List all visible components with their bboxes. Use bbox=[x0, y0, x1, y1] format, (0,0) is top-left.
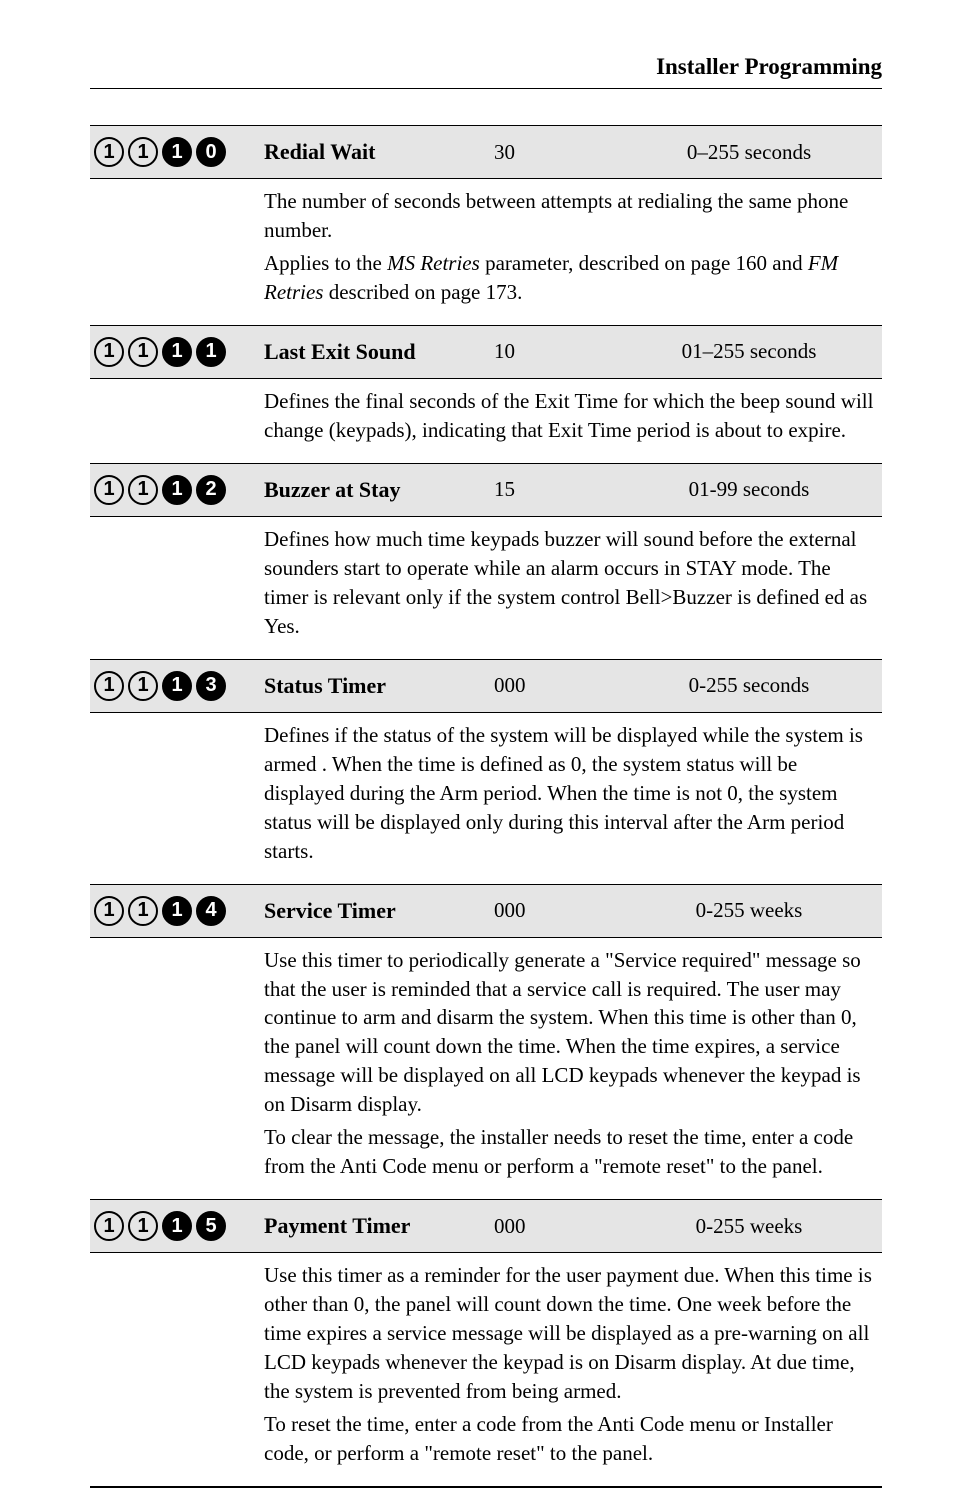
param-code: 1 1 1 1 bbox=[94, 337, 264, 367]
code-digit: 1 bbox=[94, 137, 124, 167]
param-range: 01–255 seconds bbox=[624, 339, 874, 364]
code-digit: 1 bbox=[162, 671, 192, 701]
param-header-row: 1 1 1 1 Last Exit Sound 10 01–255 second… bbox=[90, 326, 882, 379]
param-body: The number of seconds between attempts a… bbox=[264, 179, 882, 325]
code-digit: 1 bbox=[128, 671, 158, 701]
param-range: 0-255 weeks bbox=[624, 1214, 874, 1239]
param-entry: 1 1 1 4 Service Timer 000 0-255 weeks Us… bbox=[90, 884, 882, 1200]
body-text: Use this timer to periodically generate … bbox=[264, 948, 861, 1117]
code-digit: 1 bbox=[128, 475, 158, 505]
param-code: 1 1 1 4 bbox=[94, 896, 264, 926]
param-title: Payment Timer bbox=[264, 1213, 494, 1239]
param-title: Buzzer at Stay bbox=[264, 477, 494, 503]
param-header-row: 1 1 1 3 Status Timer 000 0-255 seconds bbox=[90, 660, 882, 713]
code-digit: 4 bbox=[196, 896, 226, 926]
body-text: To clear the message, the installer need… bbox=[264, 1125, 853, 1178]
param-body: Defines the final seconds of the Exit Ti… bbox=[264, 379, 882, 463]
code-digit: 0 bbox=[196, 137, 226, 167]
param-title: Redial Wait bbox=[264, 139, 494, 165]
code-digit: 1 bbox=[94, 475, 124, 505]
code-digit: 1 bbox=[128, 896, 158, 926]
code-digit: 1 bbox=[162, 1211, 192, 1241]
param-body: Use this timer as a reminder for the use… bbox=[264, 1253, 882, 1486]
param-header-row: 1 1 1 2 Buzzer at Stay 15 01-99 seconds bbox=[90, 464, 882, 517]
param-title: Service Timer bbox=[264, 898, 494, 924]
param-header-row: 1 1 1 4 Service Timer 000 0-255 weeks bbox=[90, 885, 882, 938]
code-digit: 1 bbox=[94, 896, 124, 926]
body-text: parameter, described on page 160 and bbox=[480, 251, 808, 275]
param-entry: 1 1 1 0 Redial Wait 30 0–255 seconds The… bbox=[90, 125, 882, 325]
body-text: described on page 173. bbox=[323, 280, 522, 304]
param-code: 1 1 1 2 bbox=[94, 475, 264, 505]
code-digit: 1 bbox=[94, 1211, 124, 1241]
code-digit: 1 bbox=[128, 337, 158, 367]
param-title: Status Timer bbox=[264, 673, 494, 699]
code-digit: 1 bbox=[162, 337, 192, 367]
param-default: 000 bbox=[494, 673, 624, 698]
code-digit: 5 bbox=[196, 1211, 226, 1241]
param-default: 15 bbox=[494, 477, 624, 502]
param-range: 0-255 seconds bbox=[624, 673, 874, 698]
param-default: 10 bbox=[494, 339, 624, 364]
code-digit: 1 bbox=[128, 137, 158, 167]
param-range: 0-255 weeks bbox=[624, 898, 874, 923]
body-text: Applies to the bbox=[264, 251, 387, 275]
code-digit: 1 bbox=[94, 671, 124, 701]
body-text: The number of seconds between attempts a… bbox=[264, 189, 848, 242]
param-body: Defines how much time keypads buzzer wil… bbox=[264, 517, 882, 659]
param-default: 30 bbox=[494, 140, 624, 165]
param-default: 000 bbox=[494, 1214, 624, 1239]
code-digit: 1 bbox=[196, 337, 226, 367]
body-text: Use this timer as a reminder for the use… bbox=[264, 1263, 872, 1403]
param-entry: 1 1 1 2 Buzzer at Stay 15 01-99 seconds … bbox=[90, 463, 882, 659]
param-code: 1 1 1 0 bbox=[94, 137, 264, 167]
param-body: Defines if the status of the system will… bbox=[264, 713, 882, 884]
body-text: Defines how much time keypads buzzer wil… bbox=[264, 527, 867, 638]
param-entry: 1 1 1 5 Payment Timer 000 0-255 weeks Us… bbox=[90, 1199, 882, 1486]
param-code: 1 1 1 3 bbox=[94, 671, 264, 701]
param-default: 000 bbox=[494, 898, 624, 923]
code-digit: 1 bbox=[162, 137, 192, 167]
body-text: Defines the final seconds of the Exit Ti… bbox=[264, 389, 873, 442]
code-digit: 1 bbox=[162, 475, 192, 505]
code-digit: 1 bbox=[128, 1211, 158, 1241]
code-digit: 2 bbox=[196, 475, 226, 505]
param-title: Last Exit Sound bbox=[264, 339, 494, 365]
param-code: 1 1 1 5 bbox=[94, 1211, 264, 1241]
page-header: Installer Programming bbox=[90, 54, 882, 89]
header-title: Installer Programming bbox=[656, 54, 882, 79]
param-entry: 1 1 1 1 Last Exit Sound 10 01–255 second… bbox=[90, 325, 882, 463]
param-entry: 1 1 1 3 Status Timer 000 0-255 seconds D… bbox=[90, 659, 882, 884]
param-range: 0–255 seconds bbox=[624, 140, 874, 165]
param-body: Use this timer to periodically generate … bbox=[264, 938, 882, 1200]
param-range: 01-99 seconds bbox=[624, 477, 874, 502]
code-digit: 1 bbox=[162, 896, 192, 926]
code-digit: 3 bbox=[196, 671, 226, 701]
body-text: Defines if the status of the system will… bbox=[264, 723, 863, 863]
body-text-italic: MS Retries bbox=[387, 251, 480, 275]
body-text: To reset the time, enter a code from the… bbox=[264, 1412, 833, 1465]
param-header-row: 1 1 1 5 Payment Timer 000 0-255 weeks bbox=[90, 1200, 882, 1253]
param-header-row: 1 1 1 0 Redial Wait 30 0–255 seconds bbox=[90, 126, 882, 179]
code-digit: 1 bbox=[94, 337, 124, 367]
